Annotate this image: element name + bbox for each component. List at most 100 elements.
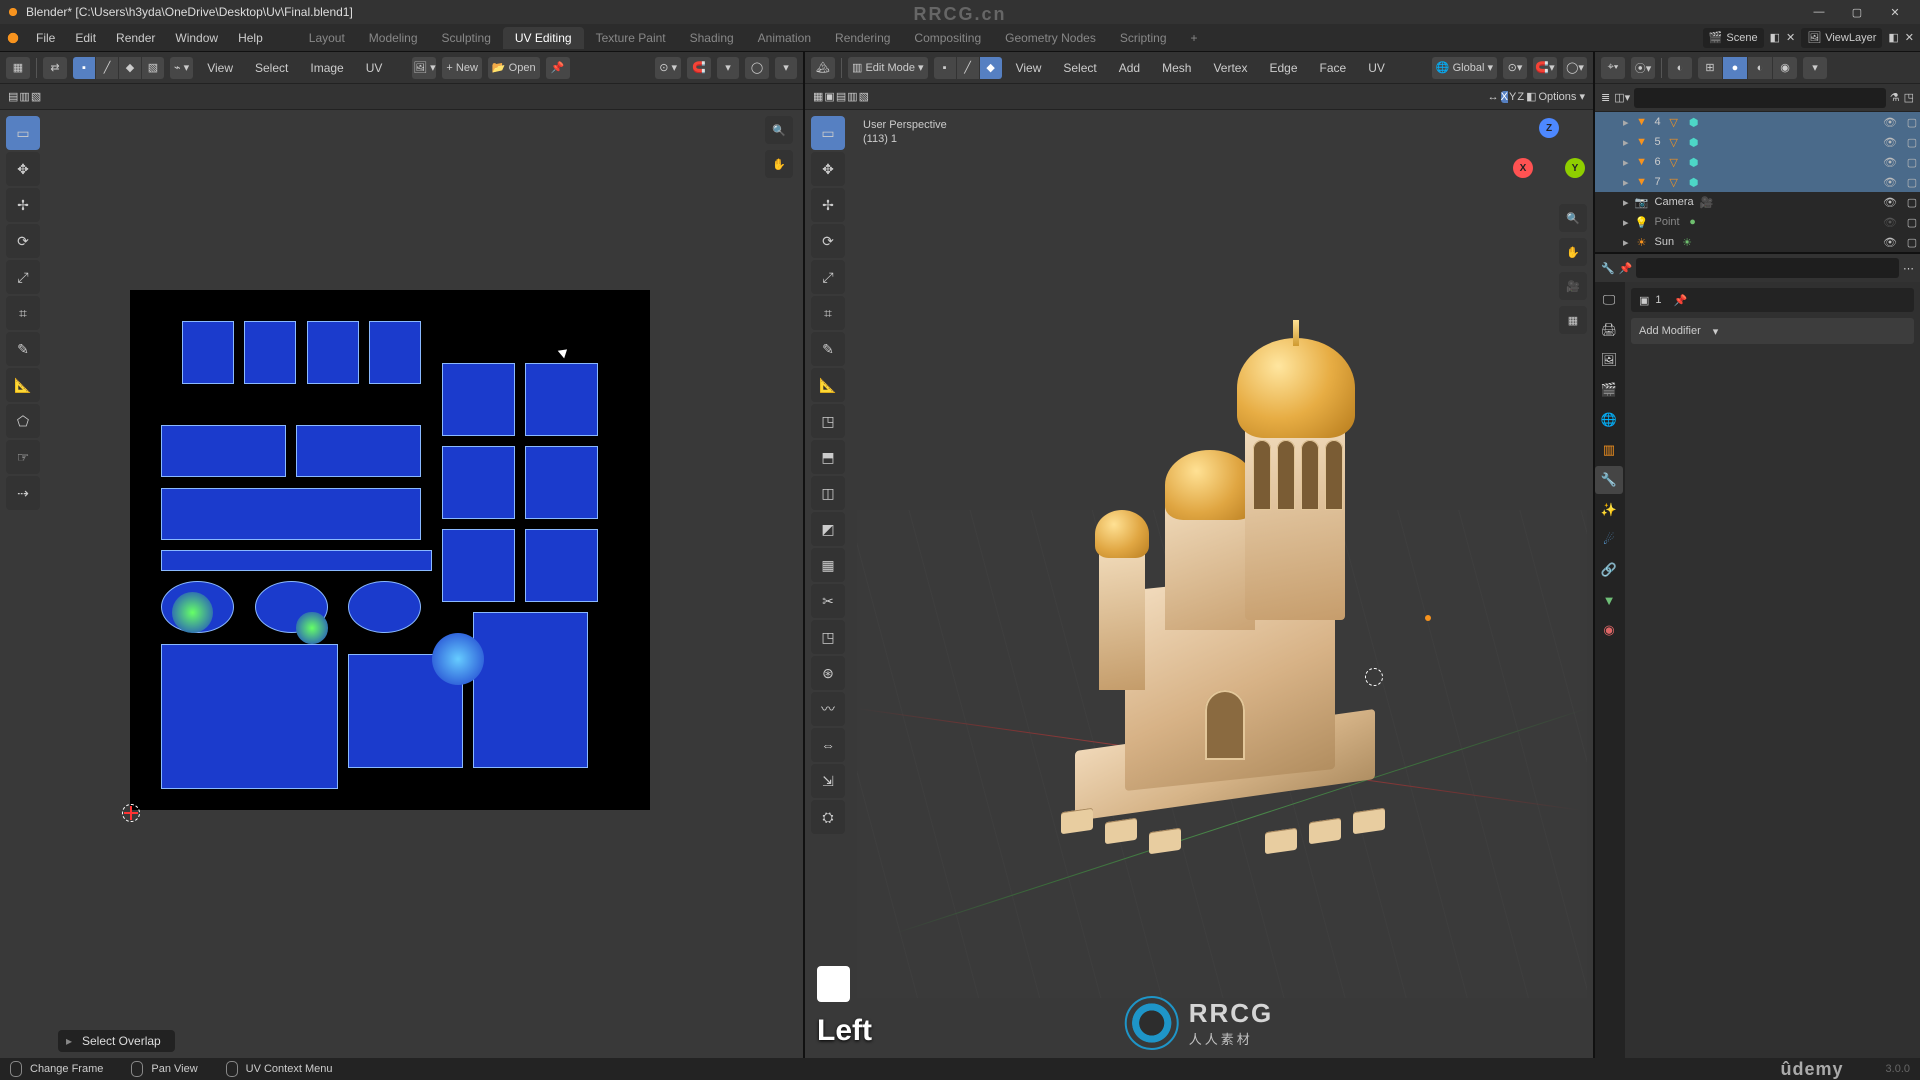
ptab-scene[interactable]: 🎬 — [1595, 376, 1623, 404]
mode-selector[interactable]: ▥ Edit Mode ▾ — [848, 57, 928, 79]
window-close-button[interactable]: ✕ — [1876, 2, 1914, 22]
vp-menu-edge[interactable]: Edge — [1261, 54, 1305, 82]
viewlayer-new-button[interactable]: ◧ — [1888, 31, 1898, 44]
ptab-render[interactable]: 🖵 — [1595, 286, 1623, 314]
tool-grab[interactable]: ☞ — [6, 440, 40, 474]
editor-type-button[interactable]: ▦ — [6, 57, 30, 79]
tool-measure[interactable]: 📐 — [6, 368, 40, 402]
shading-wireframe[interactable]: ⊞ — [1698, 57, 1722, 79]
outliner-type-button[interactable]: ≣ — [1601, 91, 1610, 104]
tool-select-box[interactable]: ▭ — [6, 116, 40, 150]
ptab-particles[interactable]: ✨ — [1595, 496, 1623, 524]
overlay-toggle-5[interactable]: ▧ — [859, 90, 869, 103]
scene-new-button[interactable]: ◧ — [1770, 31, 1780, 44]
menu-edit[interactable]: Edit — [65, 27, 106, 49]
transform-orientation-button[interactable]: 🌐 Global ▾ — [1432, 57, 1497, 79]
uv-header-image[interactable]: Image — [302, 54, 351, 82]
props-options-button[interactable]: ⋯ — [1903, 262, 1914, 275]
outliner-display-mode[interactable]: ◫▾ — [1614, 91, 1630, 104]
xray-toggle-button[interactable]: ◐ — [1668, 57, 1692, 79]
image-pin-button[interactable]: 📌 — [546, 57, 570, 79]
vp-menu-uv[interactable]: UV — [1360, 54, 1393, 82]
outliner-search-input[interactable] — [1634, 88, 1886, 108]
overlays-toggle-button[interactable]: ⦿▾ — [1631, 57, 1655, 79]
menu-render[interactable]: Render — [106, 27, 165, 49]
tab-texture-paint[interactable]: Texture Paint — [584, 27, 678, 49]
ptab-object[interactable]: ▥ — [1595, 436, 1623, 464]
uv-select-face[interactable]: ◆ — [119, 57, 141, 79]
uv-proportional-mode-button[interactable]: ▾ — [775, 57, 797, 79]
tool-transform[interactable]: ⌗ — [6, 296, 40, 330]
tool-pinch[interactable]: ⇢ — [6, 476, 40, 510]
vp-menu-add[interactable]: Add — [1111, 54, 1148, 82]
uv-sync-selection-button[interactable]: ⇄ — [43, 57, 67, 79]
uv-canvas[interactable] — [130, 290, 650, 810]
uv-header-select[interactable]: Select — [247, 54, 296, 82]
ptab-output[interactable]: 🖨 — [1595, 316, 1623, 344]
viewlayer-selector[interactable]: 🖼 ViewLayer — [1801, 28, 1882, 48]
mesh-select-face[interactable]: ◆ — [980, 57, 1002, 79]
tool-scale[interactable]: ⤢ — [6, 260, 40, 294]
ptab-physics[interactable]: ☄ — [1595, 526, 1623, 554]
tab-rendering[interactable]: Rendering — [823, 27, 902, 49]
overlay-toggle-2[interactable]: ▣ — [824, 90, 834, 103]
uv-overlay-channels-r[interactable]: ▥ — [19, 90, 29, 103]
vp-options-button[interactable]: Options ▾ — [1539, 90, 1586, 103]
uv-header-view[interactable]: View — [199, 54, 241, 82]
outliner-row-6[interactable]: ▸▼6▽⬢👁▢ — [1595, 152, 1920, 172]
uv-proportional-button[interactable]: ◯ — [745, 57, 769, 79]
tool-rip[interactable]: ⬠ — [6, 404, 40, 438]
uv-sticky-select-button[interactable]: ⌁ ▾ — [170, 57, 193, 79]
outliner-filter-button[interactable]: ⚗ — [1890, 91, 1900, 104]
vp-menu-mesh[interactable]: Mesh — [1154, 54, 1199, 82]
tab-geometry-nodes[interactable]: Geometry Nodes — [993, 27, 1108, 49]
ptab-material[interactable]: ◉ — [1595, 616, 1623, 644]
image-new-button[interactable]: + New — [442, 57, 482, 79]
tab-uv-editing[interactable]: UV Editing — [503, 27, 584, 49]
scene-selector[interactable]: 🎬 Scene — [1703, 28, 1764, 48]
ptab-constraints[interactable]: 🔗 — [1595, 556, 1623, 584]
add-modifier-button[interactable]: Add Modifier ▾ — [1631, 318, 1914, 344]
blender-icon[interactable] — [4, 29, 22, 47]
tab-shading[interactable]: Shading — [678, 27, 746, 49]
shading-options-button[interactable]: ▾ — [1803, 57, 1827, 79]
uv-editor-body[interactable]: ▭ ✥ ✢ ⟳ ⤢ ⌗ ✎ 📐 ⬠ ☞ ⇢ 🔍 ✋ — [0, 110, 803, 1058]
ptab-modifiers[interactable]: 🔧 — [1595, 466, 1623, 494]
proportional-3d-button[interactable]: ◯▾ — [1563, 57, 1587, 79]
vp-menu-view[interactable]: View — [1008, 54, 1050, 82]
gizmo-toggle-button[interactable]: ⌖▾ — [1601, 57, 1625, 79]
data-pin-icon[interactable]: 📌 — [1674, 294, 1688, 307]
outliner-row-point[interactable]: ▸💡Point●👁▢ — [1595, 212, 1920, 232]
uv-overlay-channels-alpha[interactable]: ▧ — [31, 90, 41, 103]
outliner-row-7[interactable]: ▸▼7▽⬢👁▢ — [1595, 172, 1920, 192]
mesh-normals-toggle[interactable]: ↔ — [1488, 91, 1499, 103]
axis-guide-x[interactable]: X — [1501, 91, 1508, 103]
props-pin-button[interactable]: 📌 — [1619, 262, 1633, 275]
scene-delete-button[interactable]: ✕ — [1786, 31, 1795, 44]
ptab-mesh[interactable]: ▼ — [1595, 586, 1623, 614]
ptab-world[interactable]: 🌐 — [1595, 406, 1623, 434]
tab-sculpting[interactable]: Sculpting — [430, 27, 503, 49]
uv-overlay-channels-rgb[interactable]: ▤ — [8, 90, 18, 103]
tab-modeling[interactable]: Modeling — [357, 27, 430, 49]
tool-move[interactable]: ✢ — [6, 188, 40, 222]
window-minimize-button[interactable]: — — [1800, 2, 1838, 22]
menu-file[interactable]: File — [26, 27, 65, 49]
shading-rendered[interactable]: ◉ — [1773, 57, 1797, 79]
last-operator-panel[interactable]: Select Overlap — [58, 1030, 175, 1052]
mesh-select-vertex[interactable]: ▪ — [934, 57, 956, 79]
overlay-toggle-1[interactable]: ▦ — [813, 90, 823, 103]
mesh-automerge-button[interactable]: ◧ — [1526, 90, 1536, 103]
tab-animation[interactable]: Animation — [746, 27, 823, 49]
uv-snap-button[interactable]: 🧲 — [687, 57, 711, 79]
snap-3d-button[interactable]: 🧲▾ — [1533, 57, 1557, 79]
menu-window[interactable]: Window — [165, 27, 228, 49]
image-open-button[interactable]: 📂 Open — [488, 57, 540, 79]
outliner-row-4[interactable]: ▸▼4▽⬢👁▢ — [1595, 112, 1920, 132]
axis-guide-y[interactable]: Y — [1509, 91, 1516, 103]
overlay-toggle-4[interactable]: ▥ — [847, 90, 857, 103]
uv-pan-button[interactable]: ✋ — [765, 150, 793, 178]
outliner-row-5[interactable]: ▸▼5▽⬢👁▢ — [1595, 132, 1920, 152]
outliner-row-camera[interactable]: ▸📷Camera🎥👁▢ — [1595, 192, 1920, 212]
tool-annotate[interactable]: ✎ — [6, 332, 40, 366]
